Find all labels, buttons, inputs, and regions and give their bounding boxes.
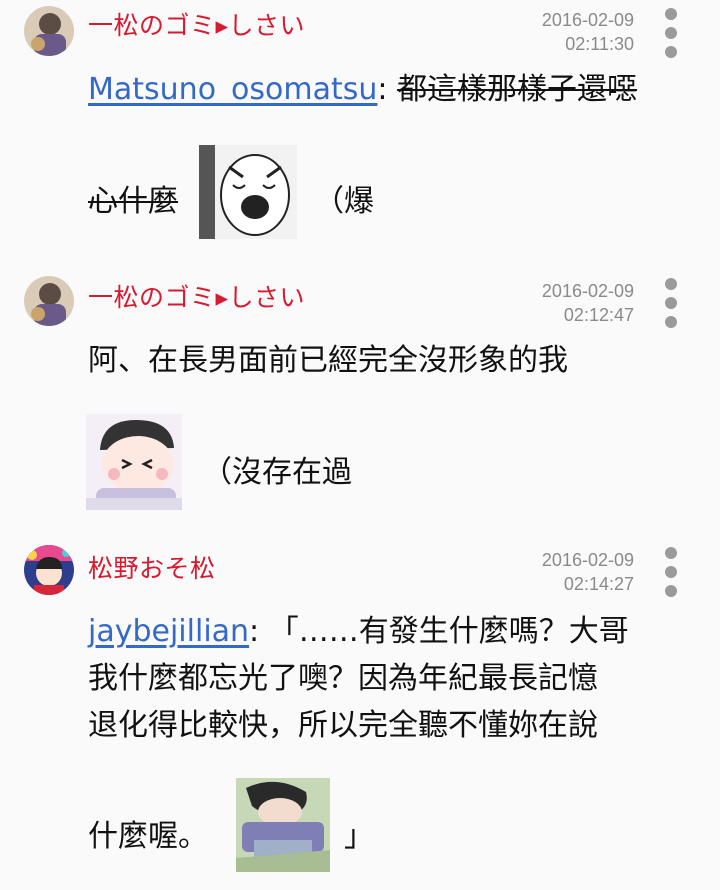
- user-mention-link[interactable]: jaybejillian: [88, 614, 249, 649]
- avatar[interactable]: [24, 6, 74, 56]
- user-mention-link[interactable]: Matsuno_osomatsu: [88, 72, 377, 107]
- strikethrough-text: 心什麼: [88, 184, 178, 219]
- sticker-image: [236, 778, 330, 872]
- timestamp-time: 02:12:47: [563, 305, 634, 325]
- timestamp-time: 02:14:27: [563, 574, 634, 594]
- comment-text-line: Matsuno_osomatsu: 都這樣那樣子還噁: [88, 72, 637, 108]
- comment-text-line: 心什麼: [88, 184, 178, 220]
- comment-text-line: 退化得比較快，所以完全聽不懂妳在說: [88, 708, 598, 743]
- author-name[interactable]: 一松のゴミ▸しさい: [88, 278, 305, 314]
- timestamp: 2016-02-09 02:14:27: [494, 548, 634, 596]
- more-options-icon[interactable]: [664, 8, 678, 58]
- timestamp: 2016-02-09 02:11:30: [494, 8, 634, 56]
- more-options-icon[interactable]: [664, 278, 678, 328]
- timestamp-date: 2016-02-09: [541, 281, 634, 301]
- strikethrough-text: 都這樣那樣子還噁: [397, 72, 638, 107]
- more-options-icon[interactable]: [664, 547, 678, 597]
- avatar[interactable]: [24, 276, 74, 326]
- comment-text-line: （沒存在過: [202, 455, 352, 490]
- comment-text-line: （爆: [314, 184, 374, 219]
- comment-text-line: jaybejillian: 「……有發生什麼嗎？大哥: [88, 614, 629, 650]
- mention-colon: :: [377, 72, 388, 107]
- comment-text-line: 」: [344, 819, 374, 854]
- comment-text-line: 阿、在長男面前已經完全沒形象的我: [88, 343, 568, 378]
- timestamp-date: 2016-02-09: [541, 550, 634, 570]
- comment-text-line: 我什麼都忘光了噢？因為年紀最長記憶: [88, 661, 598, 696]
- author-name[interactable]: 一松のゴミ▸しさい: [88, 6, 305, 42]
- author-name[interactable]: 松野おそ松: [88, 549, 216, 585]
- comment-text-segment: : 「……有發生什麼嗎？大哥: [249, 614, 629, 649]
- sticker-image: [86, 414, 182, 510]
- avatar[interactable]: [24, 545, 74, 595]
- comment-text-line: 什麼喔。: [88, 819, 208, 854]
- timestamp-time: 02:11:30: [565, 34, 634, 54]
- timestamp: 2016-02-09 02:12:47: [494, 279, 634, 327]
- timestamp-date: 2016-02-09: [541, 10, 634, 30]
- sticker-image: [199, 145, 297, 239]
